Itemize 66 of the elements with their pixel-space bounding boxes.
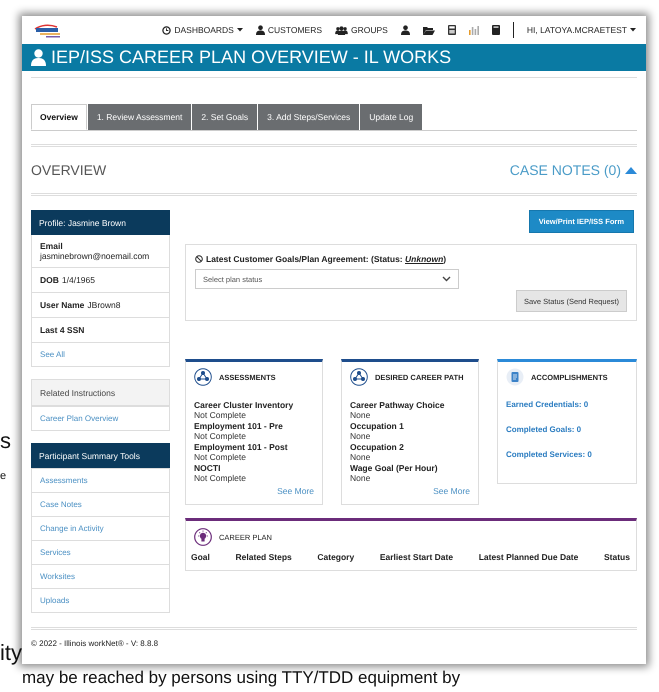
panel-header: Related Instructions (31, 379, 170, 406)
sidebar-link[interactable]: Case Notes (32, 492, 169, 516)
tab[interactable]: Overview (31, 104, 87, 130)
calculator-icon[interactable] (448, 25, 456, 35)
see-all-link[interactable]: See All (32, 342, 169, 366)
clock-icon (162, 26, 172, 34)
footer-text: © 2022 - Illinois workNet® - V: 8.8.8 (31, 639, 158, 648)
column-header: Related Steps (236, 552, 292, 562)
summary-link[interactable]: Earned Credentials: 0 (506, 400, 628, 409)
network-icon (194, 368, 212, 386)
assessment-item: NOCTI Not Complete (194, 463, 247, 484)
assessment-item: Career Cluster Inventory Not Complete (194, 400, 294, 421)
assessment-item: Occupation 1 None (350, 421, 405, 442)
sidebar-link[interactable]: Uploads (32, 588, 169, 612)
profile-field: User Name JBrown8 (32, 292, 169, 317)
document-text: ity (0, 640, 22, 666)
assessment-item: Occupation 2 None (350, 442, 405, 463)
document-text: s (0, 428, 11, 454)
book-icon[interactable] (492, 25, 500, 35)
chevron-down-icon (442, 276, 451, 282)
network-icon (350, 368, 368, 386)
group-icon (335, 26, 348, 34)
profile-field: DOB 1/4/1965 (32, 267, 169, 292)
person-icon (256, 25, 265, 35)
sidebar-link[interactable]: Career Plan Overview (32, 406, 169, 430)
panel-header: Participant Summary Tools (31, 443, 170, 468)
person-icon (400, 25, 410, 35)
ban-icon (195, 255, 203, 263)
assessment-item: Career Pathway Choice None (350, 400, 446, 421)
assessment-item: Wage Goal (Per Hour) None (350, 463, 439, 484)
column-header: Goal (191, 552, 210, 562)
sidebar-link[interactable]: Change in Activity (32, 516, 169, 540)
assessment-item: Employment 101 - Post Not Complete (194, 442, 289, 463)
page-title: IEP/ISS CAREER PLAN OVERVIEW - IL WORKS (51, 47, 452, 68)
column-header: Earliest Start Date (380, 552, 454, 562)
nav-link[interactable]: GROUPS (335, 25, 388, 35)
document-text: e (0, 470, 6, 482)
tab[interactable]: 3. Add Steps/Services (258, 104, 360, 130)
folder-icon[interactable] (422, 26, 435, 34)
see-more-link[interactable]: See More (277, 486, 314, 496)
summary-link[interactable]: Completed Goals: 0 (506, 425, 628, 434)
section-heading: OVERVIEW (31, 162, 106, 178)
nav-link[interactable]: DASHBOARDS (162, 25, 243, 35)
profile-field: Last 4 SSN (32, 317, 169, 342)
profile-field: Email jasminebrown@noemail.com (32, 235, 169, 267)
case-notes-toggle[interactable]: CASE NOTES (0) (510, 162, 637, 178)
tab[interactable]: 2. Set Goals (192, 104, 258, 130)
sidebar-link[interactable]: Assessments (32, 468, 169, 492)
person-icon (31, 49, 46, 66)
column-header: Latest Planned Due Date (478, 552, 578, 562)
tab[interactable]: 1. Review Assessment (88, 104, 192, 130)
lightbulb-icon (194, 528, 212, 546)
see-more-link[interactable]: See More (433, 486, 470, 496)
tab[interactable]: Update Log (360, 104, 422, 130)
column-header: Status (604, 552, 630, 562)
summary-link[interactable]: Completed Services: 0 (506, 450, 628, 459)
agreement-status-label: Latest Customer Goals/Plan Agreement: (Status: Unknown) (206, 254, 446, 264)
document-icon (506, 368, 524, 386)
sidebar-link[interactable]: Worksites (32, 564, 169, 588)
column-header: Category (317, 552, 354, 562)
assessment-item: Employment 101 - Pre Not Complete (194, 421, 284, 442)
panel-header: Profile: Jasmine Brown (31, 210, 170, 235)
user-menu[interactable]: HI, LATOYA.MCRAETEST (526, 25, 636, 35)
document-text: may be reached by persons using TTY/TDD equipment by (22, 668, 460, 688)
nav-link[interactable]: CUSTOMERS (256, 25, 322, 35)
sidebar-link[interactable]: Services (32, 540, 169, 564)
